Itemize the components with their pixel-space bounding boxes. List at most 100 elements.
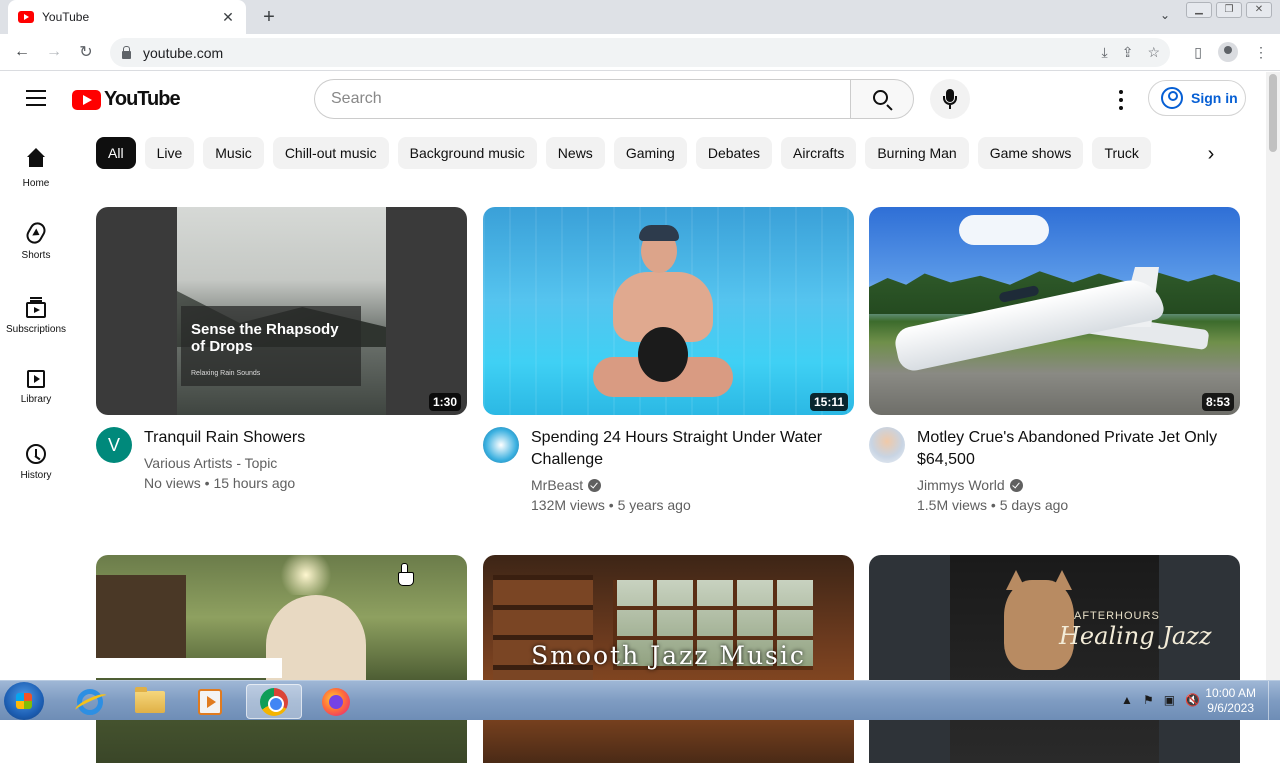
chip-truck[interactable]: Truck [1092, 137, 1151, 169]
guide-item-library[interactable]: Library [0, 350, 72, 424]
chip-live[interactable]: Live [144, 137, 195, 169]
lock-icon[interactable] [122, 45, 131, 59]
show-desktop-button[interactable] [1268, 681, 1280, 721]
video-card[interactable]: Smooth Jazz Music [483, 555, 854, 763]
video-title[interactable]: Tranquil Rain Showers [144, 427, 305, 449]
channel-avatar[interactable] [483, 427, 519, 463]
video-thumbnail[interactable]: 8:53 [869, 207, 1240, 415]
video-thumbnail[interactable] [96, 555, 467, 763]
guide-label: Shorts [21, 250, 51, 261]
chip-news[interactable]: News [545, 137, 605, 169]
volume-muted-icon[interactable]: 🔇 [1185, 693, 1200, 707]
filter-chip-bar: All Live Music Chill-out music Background mu… [96, 137, 1206, 171]
library-icon [27, 370, 45, 388]
bookmark-star-icon[interactable]: ☆ [1147, 44, 1160, 61]
browser-menu-icon[interactable]: ⋮ [1254, 44, 1268, 61]
page-scrollbar[interactable] [1266, 72, 1280, 680]
video-stats: 132M views • 5 years ago [531, 497, 691, 513]
taskbar-internet-explorer[interactable] [62, 684, 118, 719]
video-card[interactable]: AFTERHOURS Healing Jazz [869, 555, 1240, 763]
back-arrow-icon[interactable]: ← [6, 43, 38, 61]
guide-label: Home [22, 178, 50, 189]
thumbnail-art-weight [638, 327, 688, 382]
video-card[interactable]: 8:53 Motley Crue's Abandoned Private Jet… [869, 207, 1240, 515]
video-card[interactable] [96, 555, 467, 763]
guide-label: History [20, 470, 52, 481]
profile-avatar-icon[interactable] [1218, 42, 1238, 62]
thumbnail-caption: Smooth Jazz Music [531, 641, 806, 670]
restore-button[interactable]: ❐ [1216, 2, 1242, 18]
video-title[interactable]: Spending 24 Hours Straight Under Water C… [531, 427, 854, 471]
channel-avatar[interactable] [869, 427, 905, 463]
taskbar-media-player[interactable] [182, 684, 238, 719]
video-meta: Spending 24 Hours Straight Under Water C… [483, 427, 854, 515]
channel-name[interactable]: MrBeast [531, 475, 583, 495]
guide-item-home[interactable]: Home [0, 128, 72, 202]
guide-item-subscriptions[interactable]: Subscriptions [0, 276, 72, 350]
video-thumbnail[interactable]: Smooth Jazz Music [483, 555, 854, 763]
video-stats: 1.5M views • 5 days ago [917, 497, 1069, 513]
video-card[interactable]: 15:11 Spending 24 Hours Straight Under W… [483, 207, 854, 515]
chips-next-chevron-icon[interactable]: › [1196, 140, 1226, 170]
chip-game-shows[interactable]: Game shows [977, 137, 1084, 169]
chip-chill-out-music[interactable]: Chill-out music [272, 137, 389, 169]
taskbar-firefox[interactable] [308, 684, 364, 719]
reload-icon[interactable]: ↻ [70, 42, 102, 62]
share-icon[interactable]: ⇪ [1122, 44, 1134, 61]
chip-gaming[interactable]: Gaming [613, 137, 687, 169]
chip-aircrafts[interactable]: Aircrafts [781, 137, 857, 169]
chip-music[interactable]: Music [203, 137, 264, 169]
video-meta: V Tranquil Rain Showers Various Artists … [96, 427, 467, 493]
internet-explorer-icon [77, 688, 103, 715]
sign-in-button[interactable]: Sign in [1148, 80, 1246, 116]
tab-search-chevron-icon[interactable]: ⌄ [1160, 8, 1170, 22]
window-controls: ▁ ❐ ✕ [1186, 2, 1272, 18]
start-button[interactable] [4, 682, 44, 720]
browser-tab[interactable]: YouTube ✕ [8, 0, 246, 34]
taskbar-file-explorer[interactable] [122, 684, 178, 719]
side-panel-icon[interactable]: ▯ [1194, 44, 1202, 61]
guide-item-shorts[interactable]: Shorts [0, 202, 72, 276]
network-icon[interactable]: ▣ [1164, 693, 1175, 707]
new-tab-button[interactable]: + [258, 6, 280, 28]
forward-arrow-icon[interactable]: → [38, 43, 70, 61]
video-stats: No views • 15 hours ago [144, 475, 296, 491]
video-thumbnail[interactable]: Sense the Rhapsody of Drops Relaxing Rai… [96, 207, 467, 415]
video-card[interactable]: Sense the Rhapsody of Drops Relaxing Rai… [96, 207, 467, 493]
video-thumbnail[interactable]: AFTERHOURS Healing Jazz [869, 555, 1240, 763]
minimize-button[interactable]: ▁ [1186, 2, 1212, 18]
search-button[interactable] [850, 79, 914, 119]
address-bar[interactable]: youtube.com ⤓ ⇪ ☆ [110, 38, 1170, 67]
chrome-icon [260, 687, 288, 716]
browser-toolbar: ← → ↻ youtube.com ⤓ ⇪ ☆ [0, 34, 1280, 71]
channel-avatar[interactable]: V [96, 427, 132, 463]
voice-search-button[interactable] [930, 79, 970, 119]
action-center-icon[interactable]: ⚑ [1143, 693, 1154, 707]
channel-name[interactable]: Various Artists - Topic [144, 453, 277, 473]
video-title[interactable]: Motley Crue's Abandoned Private Jet Only… [917, 427, 1240, 471]
video-meta: Motley Crue's Abandoned Private Jet Only… [869, 427, 1240, 515]
menu-hamburger-icon[interactable] [26, 90, 46, 106]
channel-name[interactable]: Jimmys World [917, 475, 1005, 495]
chip-burning-man[interactable]: Burning Man [865, 137, 969, 169]
thumbnail-art-white-band [96, 658, 282, 678]
guide-item-history[interactable]: History [0, 424, 72, 498]
folder-icon [135, 686, 165, 713]
verified-check-icon [1009, 478, 1023, 492]
install-app-icon[interactable]: ⤓ [1102, 44, 1108, 61]
logo-wordmark: YouTube [104, 88, 181, 110]
settings-more-icon[interactable] [1110, 89, 1132, 111]
system-tray: ▲ ⚑ ▣ 🔇 [1121, 693, 1200, 707]
search-input[interactable] [314, 79, 850, 119]
taskbar-clock[interactable]: 10:00 AM 9/6/2023 [1205, 686, 1256, 716]
scrollbar-thumb[interactable] [1269, 74, 1277, 152]
youtube-logo[interactable]: YouTube [72, 88, 181, 111]
chip-debates[interactable]: Debates [695, 137, 772, 169]
video-thumbnail[interactable]: 15:11 [483, 207, 854, 415]
chip-background-music[interactable]: Background music [397, 137, 537, 169]
tab-close-icon[interactable]: ✕ [220, 9, 236, 26]
tray-overflow-icon[interactable]: ▲ [1121, 693, 1133, 707]
chip-all[interactable]: All [96, 137, 136, 169]
window-close-button[interactable]: ✕ [1246, 2, 1272, 18]
taskbar-chrome[interactable] [246, 684, 302, 719]
